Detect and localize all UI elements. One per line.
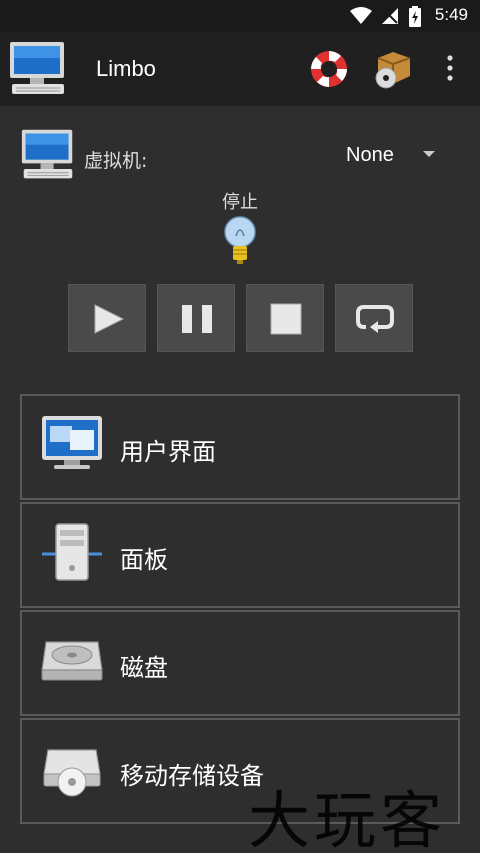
play-icon: [94, 304, 125, 334]
app-title: Limbo: [96, 56, 156, 81]
help-lifebuoy-icon[interactable]: [308, 48, 350, 90]
status-time: 5:49: [434, 5, 468, 24]
restart-icon: [356, 305, 394, 333]
stop-button[interactable]: [246, 284, 324, 352]
vm-dropdown[interactable]: None: [340, 142, 450, 172]
wifi-icon: [350, 7, 372, 24]
install-package-icon[interactable]: [372, 48, 414, 90]
dropdown-arrow-icon: [423, 151, 435, 157]
menu-item-user-interface[interactable]: 用户界面: [20, 394, 460, 500]
menu-label: 移动存储设备: [120, 762, 264, 790]
menu-item-panel[interactable]: 面板: [20, 502, 460, 608]
virtual-machine-icon: [21, 129, 73, 179]
monitor-ui-icon: [42, 416, 102, 469]
status-bar: 5:49: [0, 0, 480, 32]
vm-selector-row: 虚拟机: None: [0, 124, 480, 188]
menu-label: 磁盘: [120, 654, 168, 682]
computer-logo-icon: [10, 42, 64, 94]
hard-disk-icon: [41, 641, 103, 681]
pause-icon: [182, 305, 212, 333]
menu-label: 用户界面: [120, 438, 216, 466]
no-signal-icon: [382, 8, 398, 24]
overflow-menu-icon[interactable]: [440, 48, 460, 88]
play-button[interactable]: [68, 284, 146, 352]
restart-button[interactable]: [335, 284, 413, 352]
vm-label: 虚拟机:: [84, 150, 148, 172]
cd-drive-icon: [43, 749, 101, 797]
battery-charging-icon: [409, 6, 421, 27]
watermark-text: 大玩客: [248, 784, 447, 853]
pause-button[interactable]: [157, 284, 235, 352]
menu-item-disk[interactable]: 磁盘: [20, 610, 460, 716]
stop-icon: [270, 303, 302, 335]
vm-selected-value: None: [346, 144, 394, 166]
machine-status-text: 停止: [222, 192, 258, 213]
server-tower-icon: [42, 523, 102, 581]
app-bar: Limbo: [0, 32, 480, 106]
lightbulb-status-icon: [224, 216, 256, 264]
menu-label: 面板: [120, 546, 168, 574]
